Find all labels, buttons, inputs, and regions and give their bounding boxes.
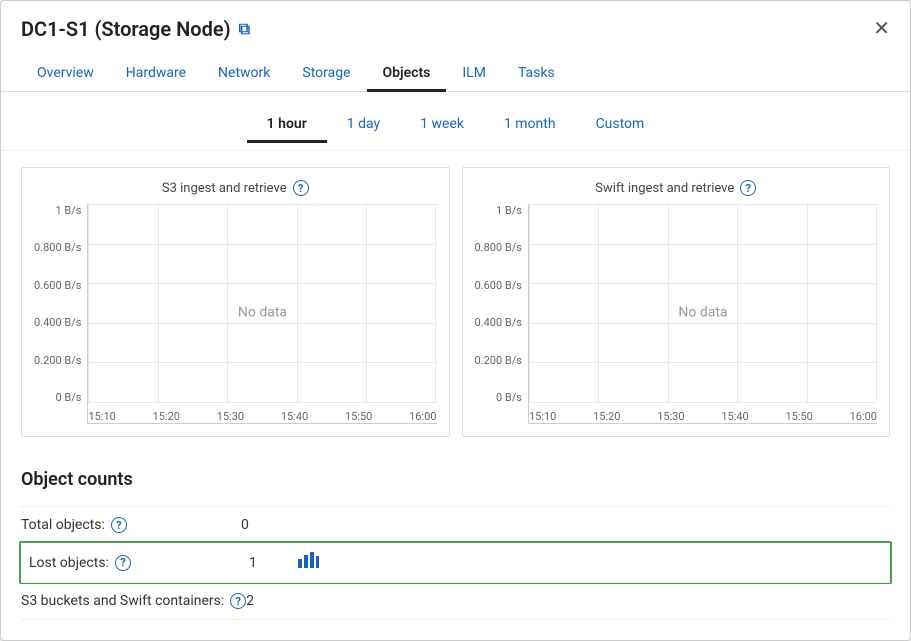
- tab-tasks[interactable]: Tasks: [502, 57, 571, 92]
- s3-chart: S3 ingest and retrieve ? 1 B/s 0.800 B/s…: [21, 167, 450, 437]
- s3-help-icon[interactable]: ?: [293, 180, 309, 196]
- tab-ilm[interactable]: ILM: [446, 57, 502, 92]
- swift-chart-title: Swift ingest and retrieve ?: [475, 180, 878, 196]
- s3-no-data: No data: [238, 304, 287, 320]
- bar-chart-icon[interactable]: [297, 551, 319, 574]
- tab-network[interactable]: Network: [202, 57, 286, 92]
- lost-objects-row: Lost objects: ? 1: [19, 541, 892, 584]
- charts-row: S3 ingest and retrieve ? 1 B/s 0.800 B/s…: [1, 151, 910, 453]
- swift-x-axis: 15:10 15:20 15:30 15:40 15:50 16:00: [529, 403, 877, 423]
- s3-y-axis: 1 B/s 0.800 B/s 0.600 B/s 0.400 B/s 0.20…: [34, 204, 87, 424]
- s3-buckets-value: 2: [246, 593, 286, 609]
- modal-header: DC1-S1 (Storage Node) ⧉ ✕: [1, 1, 910, 41]
- s3-buckets-row: S3 buckets and Swift containers: ? 2: [21, 582, 890, 620]
- time-tab-1week[interactable]: 1 week: [400, 108, 484, 143]
- tab-storage[interactable]: Storage: [286, 57, 366, 92]
- time-tab-custom[interactable]: Custom: [576, 108, 665, 143]
- object-counts-title: Object counts: [21, 469, 890, 490]
- tab-hardware[interactable]: Hardware: [110, 57, 202, 92]
- nav-tabs: Overview Hardware Network Storage Object…: [1, 49, 910, 92]
- external-link-icon[interactable]: ⧉: [239, 19, 250, 39]
- s3-chart-inner: No data 15:10 15:20 15:30 15:40 15:50 16…: [87, 204, 436, 424]
- tab-overview[interactable]: Overview: [21, 57, 110, 92]
- swift-chart: Swift ingest and retrieve ? 1 B/s 0.800 …: [462, 167, 891, 437]
- time-tabs: 1 hour 1 day 1 week 1 month Custom: [1, 92, 910, 151]
- swift-y-axis: 1 B/s 0.800 B/s 0.600 B/s 0.400 B/s 0.20…: [475, 204, 528, 424]
- swift-no-data: No data: [678, 304, 727, 320]
- swift-chart-area: 1 B/s 0.800 B/s 0.600 B/s 0.400 B/s 0.20…: [475, 204, 878, 424]
- object-counts-section: Object counts Total objects: ? 0 Lost ob…: [1, 453, 910, 640]
- lost-objects-help-icon[interactable]: ?: [115, 555, 131, 571]
- s3-chart-area: 1 B/s 0.800 B/s 0.600 B/s 0.400 B/s 0.20…: [34, 204, 437, 424]
- lost-objects-value: 1: [249, 555, 289, 571]
- time-tab-1month[interactable]: 1 month: [484, 108, 576, 143]
- s3-x-axis: 15:10 15:20 15:30 15:40 15:50 16:00: [88, 403, 436, 423]
- tab-objects[interactable]: Objects: [367, 57, 447, 92]
- total-objects-help-icon[interactable]: ?: [111, 517, 127, 533]
- s3-chart-title: S3 ingest and retrieve ?: [34, 180, 437, 196]
- s3-buckets-help-icon[interactable]: ?: [230, 593, 246, 609]
- swift-chart-inner: No data 15:10 15:20 15:30 15:40 15:50 16…: [528, 204, 877, 424]
- swift-help-icon[interactable]: ?: [740, 180, 756, 196]
- total-objects-label: Total objects: ?: [21, 517, 241, 533]
- title-text: DC1-S1 (Storage Node): [21, 17, 231, 41]
- modal-window: DC1-S1 (Storage Node) ⧉ ✕ Overview Hardw…: [0, 0, 911, 641]
- time-tab-1day[interactable]: 1 day: [327, 108, 400, 143]
- close-button[interactable]: ✕: [873, 19, 890, 39]
- lost-objects-label: Lost objects: ?: [29, 555, 249, 571]
- s3-buckets-label: S3 buckets and Swift containers: ?: [21, 593, 246, 609]
- modal-title: DC1-S1 (Storage Node) ⧉: [21, 17, 250, 41]
- time-tab-1hour[interactable]: 1 hour: [247, 108, 327, 143]
- total-objects-value: 0: [241, 517, 281, 533]
- total-objects-row: Total objects: ? 0: [21, 506, 890, 543]
